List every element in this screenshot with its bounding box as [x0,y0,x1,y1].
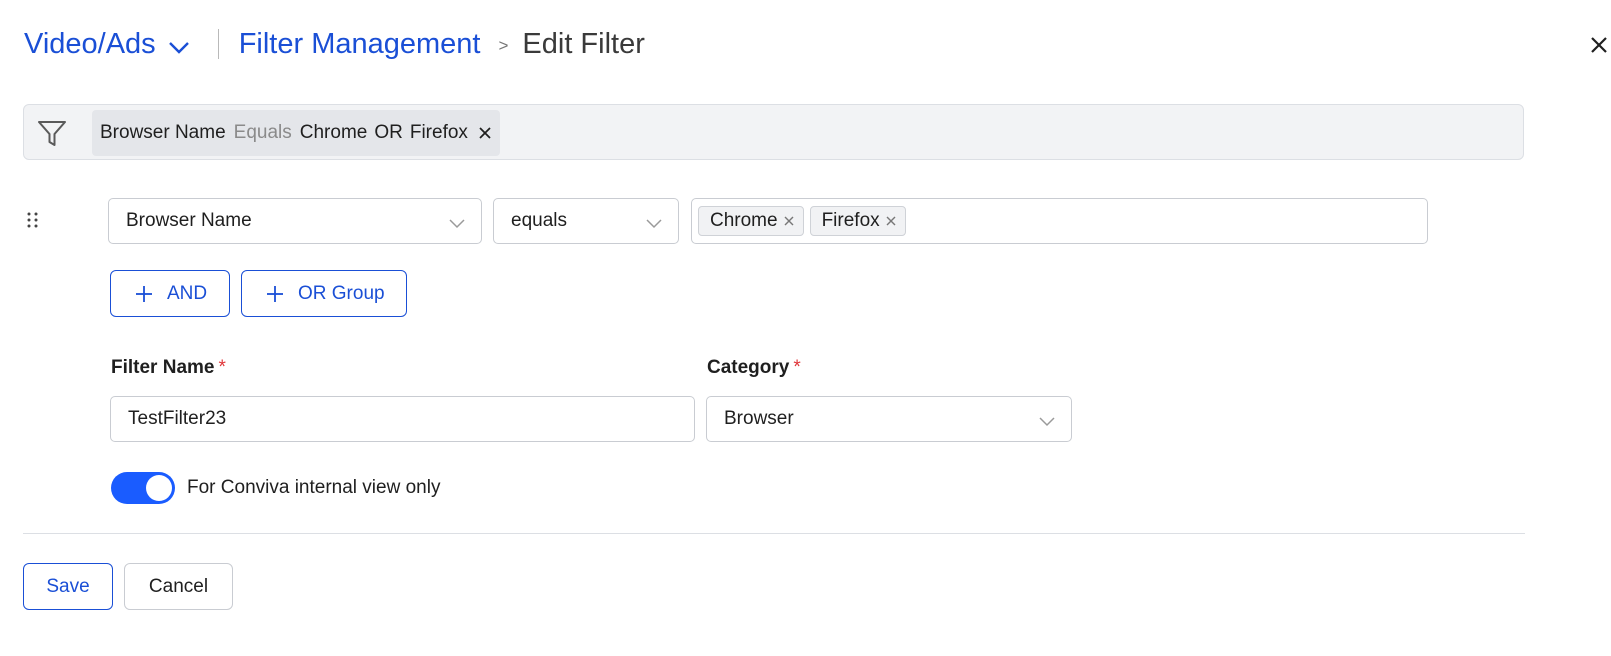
chip-value-1: Chrome [299,122,368,143]
plus-icon [266,285,284,303]
filter-summary-chip[interactable]: Browser Name Equals Chrome OR Firefox [92,110,500,156]
app-switcher[interactable]: Video/Ads [24,26,190,63]
add-or-group-button[interactable]: OR Group [241,270,407,317]
field-select[interactable]: Browser Name [108,198,482,244]
filter-name-input[interactable] [110,396,695,442]
chip-operator: Equals [233,122,292,143]
category-label: Category * [707,357,801,379]
category-select[interactable]: Browser [706,396,1072,442]
internal-view-toggle[interactable] [111,472,175,504]
add-or-group-label: OR Group [298,282,385,304]
value-tag: Chrome [698,206,804,236]
app-name: Video/Ads [24,27,156,60]
page-header: Video/Ads Filter Management > Edit Filte… [24,22,645,66]
save-button[interactable]: Save [23,563,113,610]
close-icon[interactable] [1584,30,1611,60]
category-label-text: Category [707,357,790,378]
footer-divider [23,533,1525,534]
plus-icon [135,285,153,303]
remove-tag-icon[interactable] [885,215,897,227]
internal-view-label: For Conviva internal view only [187,477,441,498]
chevron-down-icon [1039,412,1055,434]
add-and-label: AND [167,282,208,304]
operator-select[interactable]: equals [493,198,679,244]
chevron-down-icon [646,214,662,236]
funnel-icon [36,117,68,149]
filter-name-label-text: Filter Name [111,357,215,378]
breadcrumb-separator: > [498,36,509,55]
chip-field: Browser Name [100,122,226,143]
page-title: Edit Filter [522,27,645,60]
required-marker: * [218,357,226,378]
header-divider [217,29,219,59]
chevron-down-icon [168,30,190,63]
remove-chip-icon[interactable] [478,126,492,140]
category-select-value: Browser [724,408,794,429]
breadcrumb-filter-management[interactable]: Filter Management [239,28,481,61]
value-tag: Firefox [809,206,906,236]
chip-joiner: OR [374,122,403,143]
operator-select-value: equals [511,210,567,231]
chevron-down-icon [449,214,465,236]
value-tag-label: Chrome [710,210,778,231]
toggle-knob [146,475,172,501]
filter-summary-bar: Browser Name Equals Chrome OR Firefox [23,104,1524,160]
field-select-value: Browser Name [126,210,252,231]
filter-name-label: Filter Name * [111,357,226,379]
drag-handle-icon[interactable] [25,210,41,230]
cancel-button[interactable]: Cancel [124,563,233,610]
chip-value-2: Firefox [409,122,468,143]
required-marker: * [793,357,801,378]
remove-tag-icon[interactable] [783,215,795,227]
add-and-button[interactable]: AND [110,270,230,317]
value-tag-label: Firefox [821,210,880,231]
values-multiselect[interactable]: Chrome Firefox [691,198,1428,244]
